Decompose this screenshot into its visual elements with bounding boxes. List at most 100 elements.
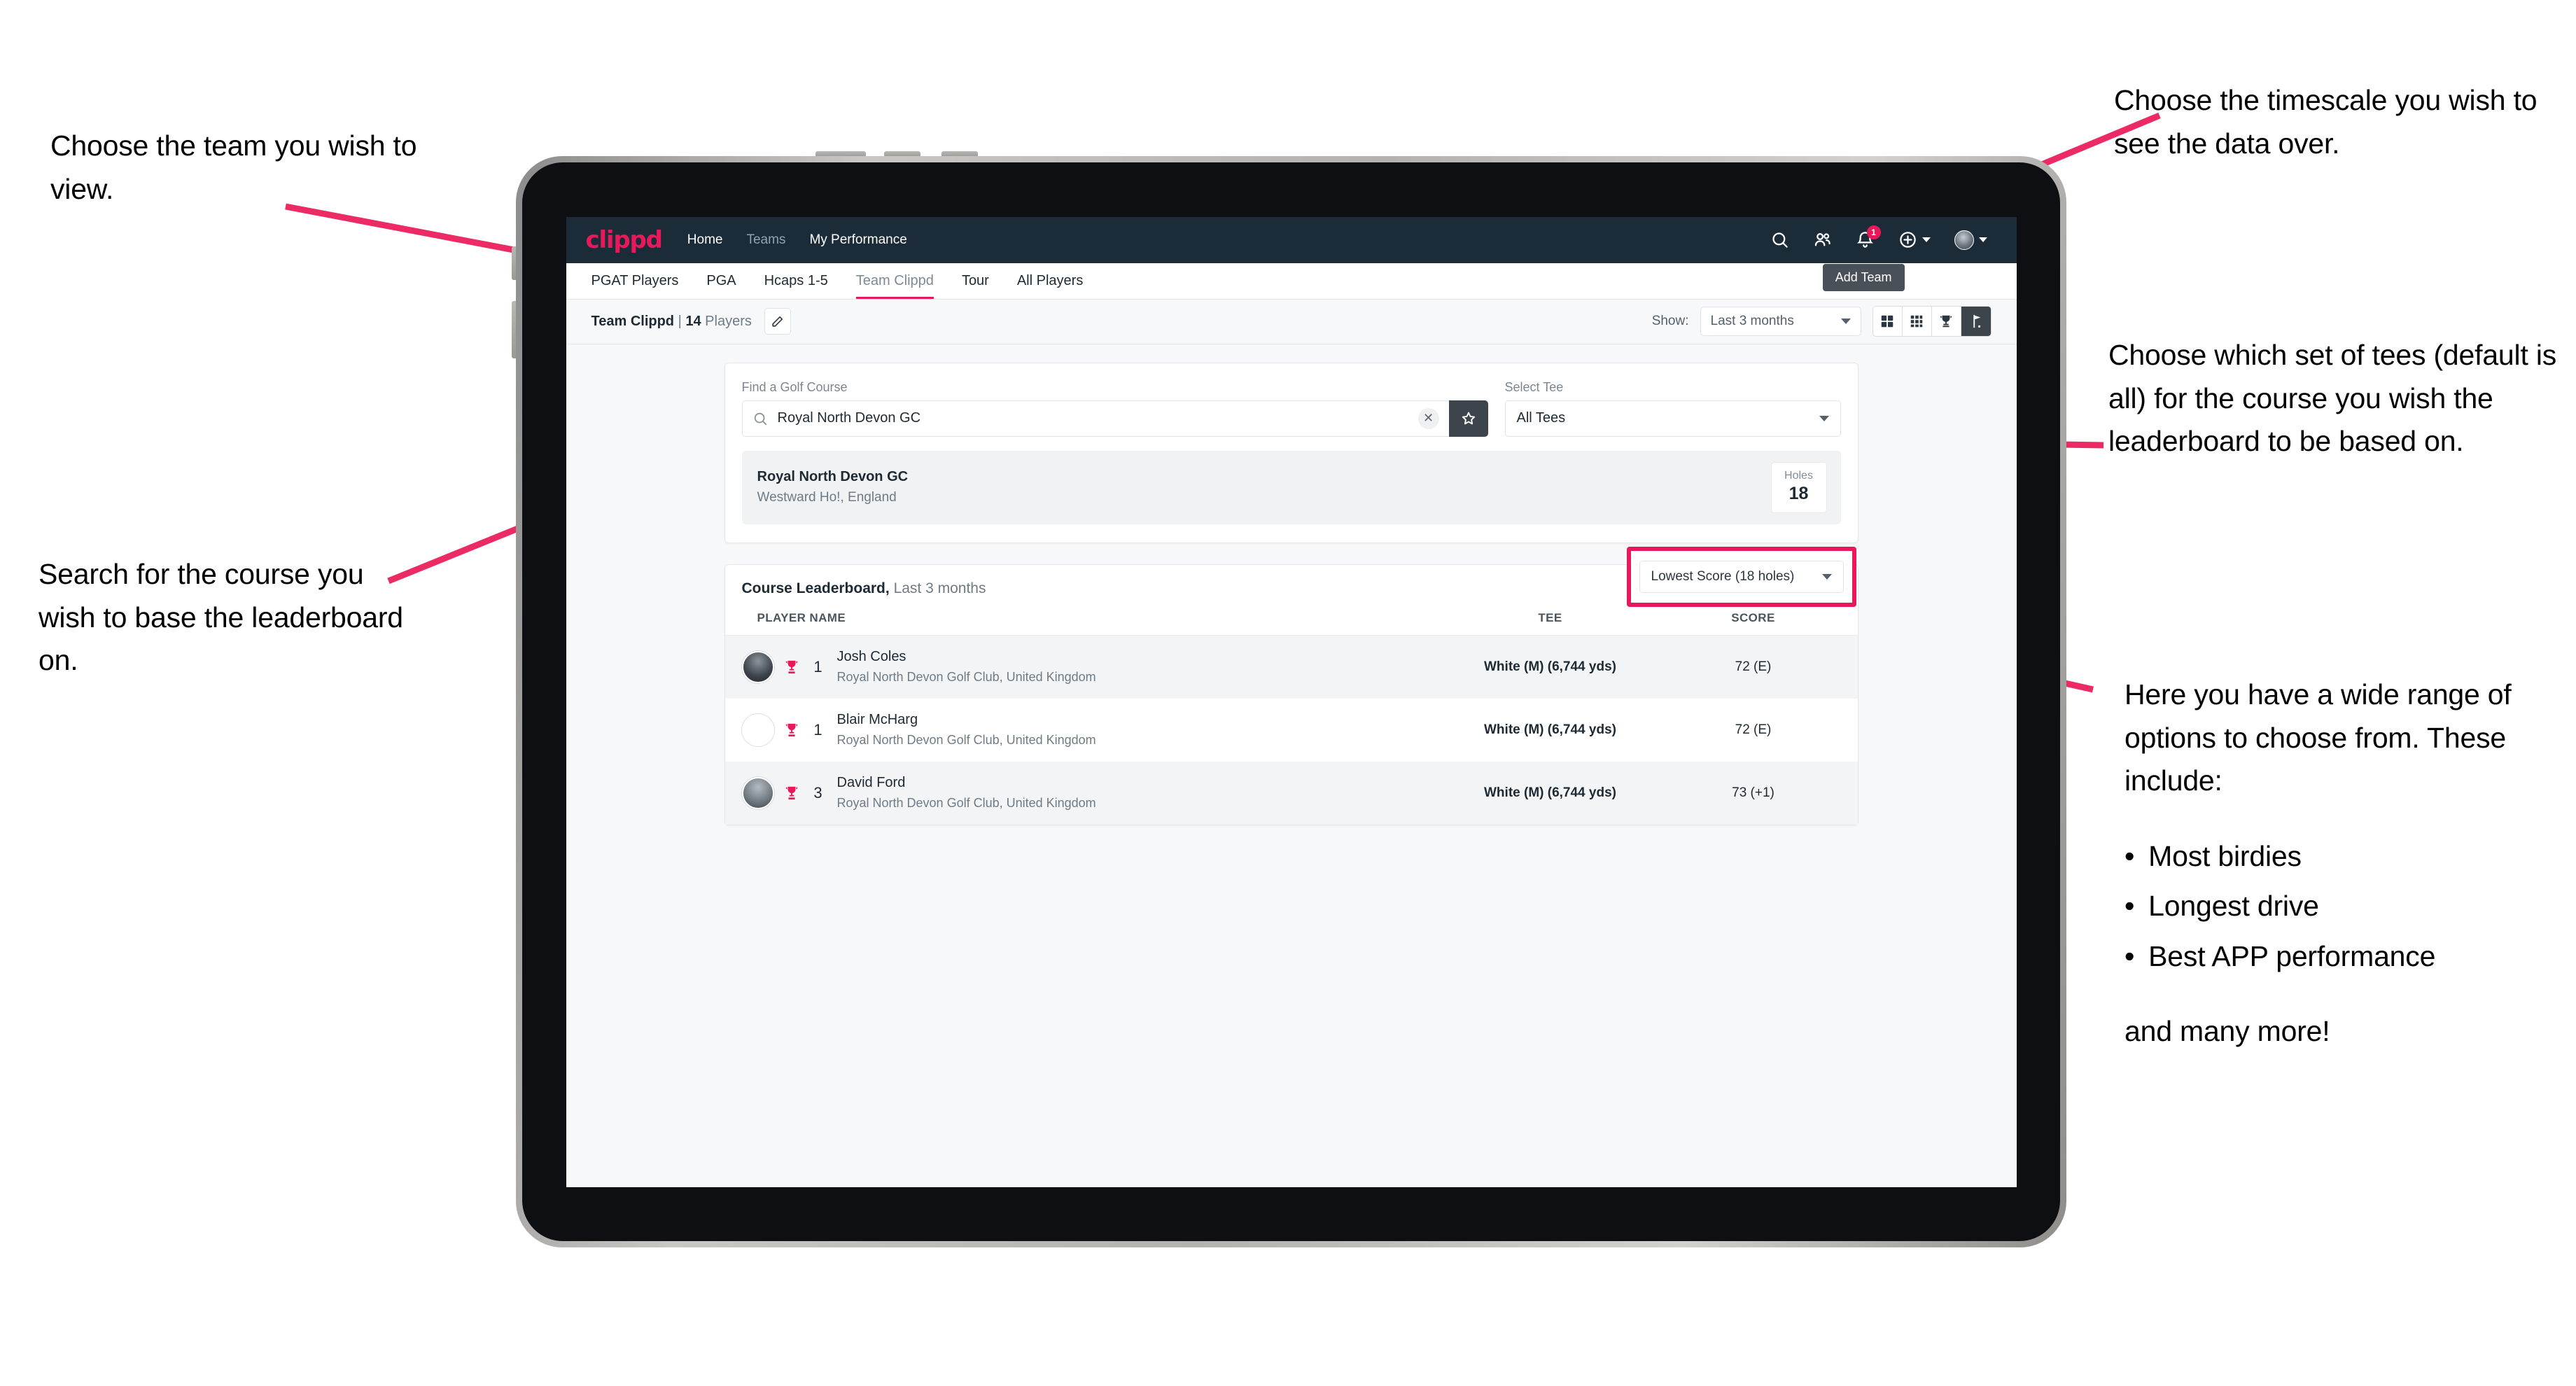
tab-tour[interactable]: Tour (962, 273, 989, 299)
player-club: Royal North Devon Golf Club, United King… (836, 733, 1096, 747)
player-name: David Ford (836, 775, 906, 790)
star-icon (1462, 412, 1475, 424)
annotation-option-item: Most birdies (2148, 839, 2302, 872)
trophy-icon (785, 723, 797, 736)
leaderboard-column-headers: PLAYER NAME TEE SCORE (724, 610, 1858, 636)
add-menu[interactable] (1898, 230, 1931, 249)
tee-select-value: All Tees (1516, 410, 1566, 426)
add-team-tooltip: Add Team (1822, 263, 1905, 291)
nav-link-home[interactable]: Home (687, 232, 723, 248)
annotation-options-intro: Here you have a wide range of options to… (2124, 678, 2512, 797)
grid-2x2-view-button[interactable] (1872, 307, 1903, 336)
player-info: David Ford Royal North Devon Golf Club, … (837, 775, 1096, 811)
tab-pga[interactable]: PGA (706, 273, 736, 299)
player-info: Blair McHarg Royal North Devon Golf Club… (837, 712, 1096, 748)
annotation-options-tail: and many more! (2124, 1015, 2330, 1047)
leaderboard-title-sub: Last 3 months (893, 580, 986, 596)
player-tee: White (M) (6,744 yds) (1484, 659, 1616, 674)
chevron-down-icon (1819, 415, 1829, 421)
player-score: 72 (E) (1735, 659, 1772, 674)
plus-circle-icon[interactable] (1898, 230, 1917, 249)
player-score: 73 (+1) (1732, 785, 1774, 800)
leaderboard-metric-value: Lowest Score (18 holes) (1651, 568, 1795, 584)
nav-link-teams[interactable]: Teams (746, 232, 785, 248)
team-tabs: PGAT Players PGA Hcaps 1-5 Team Clippd T… (592, 263, 1083, 299)
player-rank: 3 (813, 783, 822, 802)
annotation-timescale: Choose the timescale you wish to see the… (2114, 84, 2538, 160)
grid-3x3-view-button[interactable] (1902, 307, 1932, 336)
chevron-down-icon (1821, 573, 1832, 580)
nav-link-my-performance[interactable]: My Performance (809, 232, 906, 248)
view-toggle-group (1872, 306, 1991, 337)
column-score: SCORE (1731, 610, 1775, 624)
player-name: Blair McHarg (836, 712, 918, 727)
course-search-input-wrap: Royal North Devon GC ✕ (741, 400, 1488, 437)
top-navbar: clippd Home Teams My Performance 1 (566, 216, 2017, 263)
clippd-logo[interactable]: clippd (586, 226, 663, 254)
tab-team-clippd[interactable]: Team Clippd (855, 273, 934, 299)
player-rank: 1 (813, 720, 822, 738)
trophy-icon (785, 786, 797, 799)
player-cell: 3 David Ford Royal North Devon Golf Club… (741, 775, 1435, 811)
search-fields-row: Find a Golf Course Royal North Devon GC … (741, 379, 1841, 437)
trophy-view-button[interactable] (1931, 307, 1961, 336)
annotation-choose-team: Choose the team you wish to view. (50, 130, 417, 205)
pencil-icon (772, 316, 783, 327)
leaderboard-header: Course Leaderboard, Last 3 months Lowest… (725, 546, 1858, 611)
leaderboard-metric-select[interactable]: Lowest Score (18 holes) (1639, 560, 1844, 593)
team-separator: | (678, 313, 682, 329)
column-player-name: PLAYER NAME (757, 610, 846, 624)
tee-select-field: Select Tee All Tees (1504, 379, 1841, 437)
course-result-text: Royal North Devon GC Westward Ho!, Engla… (757, 469, 909, 505)
player-count: 14 (685, 313, 701, 329)
table-row[interactable]: 1 Josh Coles Royal North Devon Golf Club… (724, 635, 1858, 699)
leaderboard-panel: Find a Golf Course Royal North Devon GC … (724, 362, 1858, 1187)
table-row[interactable]: 1 Blair McHarg Royal North Devon Golf Cl… (725, 699, 1858, 762)
holes-label: Holes (1784, 469, 1813, 482)
golf-flag-view-button[interactable] (1961, 307, 1991, 336)
tab-pgat-players[interactable]: PGAT Players (592, 273, 679, 299)
timescale-select[interactable]: Last 3 months (1700, 307, 1861, 336)
annotation-option-item: Longest drive (2148, 890, 2319, 922)
avatar[interactable] (1954, 230, 1974, 250)
chevron-down-icon[interactable] (1921, 237, 1931, 242)
bell-icon[interactable]: 1 (1856, 225, 1881, 249)
course-search-input[interactable]: Royal North Devon GC ✕ (741, 400, 1449, 437)
players-word: Players (705, 313, 752, 329)
course-result-row[interactable]: Royal North Devon GC Westward Ho!, Engla… (741, 450, 1841, 524)
player-club: Royal North Devon Golf Club, United King… (836, 670, 1096, 684)
holes-value: 18 (1788, 483, 1809, 503)
course-result-location: Westward Ho!, England (757, 490, 897, 505)
show-label: Show: (1651, 314, 1689, 328)
chevron-down-icon[interactable] (1978, 237, 1987, 242)
chevron-down-icon (1840, 318, 1851, 324)
tablet-bezel: clippd Home Teams My Performance 1 PGAT … (522, 162, 2060, 1241)
tab-all-players[interactable]: All Players (1017, 273, 1083, 299)
player-club: Royal North Devon Golf Club, United King… (836, 796, 1096, 810)
search-icon[interactable] (1770, 230, 1789, 249)
player-rank: 1 (813, 657, 822, 676)
profile-menu[interactable] (1954, 230, 1987, 250)
annotation-tees: Choose which set of tees (default is all… (2108, 339, 2557, 457)
tee-select[interactable]: All Tees (1504, 400, 1841, 437)
team-name: Team Clippd (591, 313, 675, 329)
player-tee: White (M) (6,744 yds) (1484, 785, 1616, 800)
leaderboard-title-main: Course Leaderboard, (741, 580, 890, 596)
search-icon (754, 412, 766, 425)
tab-hcaps-1-5[interactable]: Hcaps 1-5 (764, 273, 828, 299)
favourite-course-button[interactable] (1448, 400, 1488, 437)
trophy-icon (785, 660, 797, 673)
holes-badge: Holes 18 (1770, 461, 1827, 513)
people-icon[interactable] (1813, 230, 1832, 249)
screenshot-root: Choose the team you wish to view. Choose… (0, 0, 2576, 1386)
player-score: 72 (E) (1735, 722, 1772, 737)
close-icon[interactable]: ✕ (1418, 407, 1439, 429)
edit-team-button[interactable] (764, 308, 791, 335)
table-row[interactable]: 3 David Ford Royal North Devon Golf Club… (724, 761, 1858, 825)
main-content: Find a Golf Course Royal North Devon GC … (566, 344, 2017, 1187)
course-search-card: Find a Golf Course Royal North Devon GC … (724, 362, 1858, 543)
column-tee: TEE (1538, 610, 1562, 624)
annotation-option-item: Best APP performance (2148, 939, 2436, 972)
tee-select-label: Select Tee (1504, 379, 1564, 394)
player-cell: 1 Josh Coles Royal North Devon Golf Club… (741, 649, 1435, 685)
